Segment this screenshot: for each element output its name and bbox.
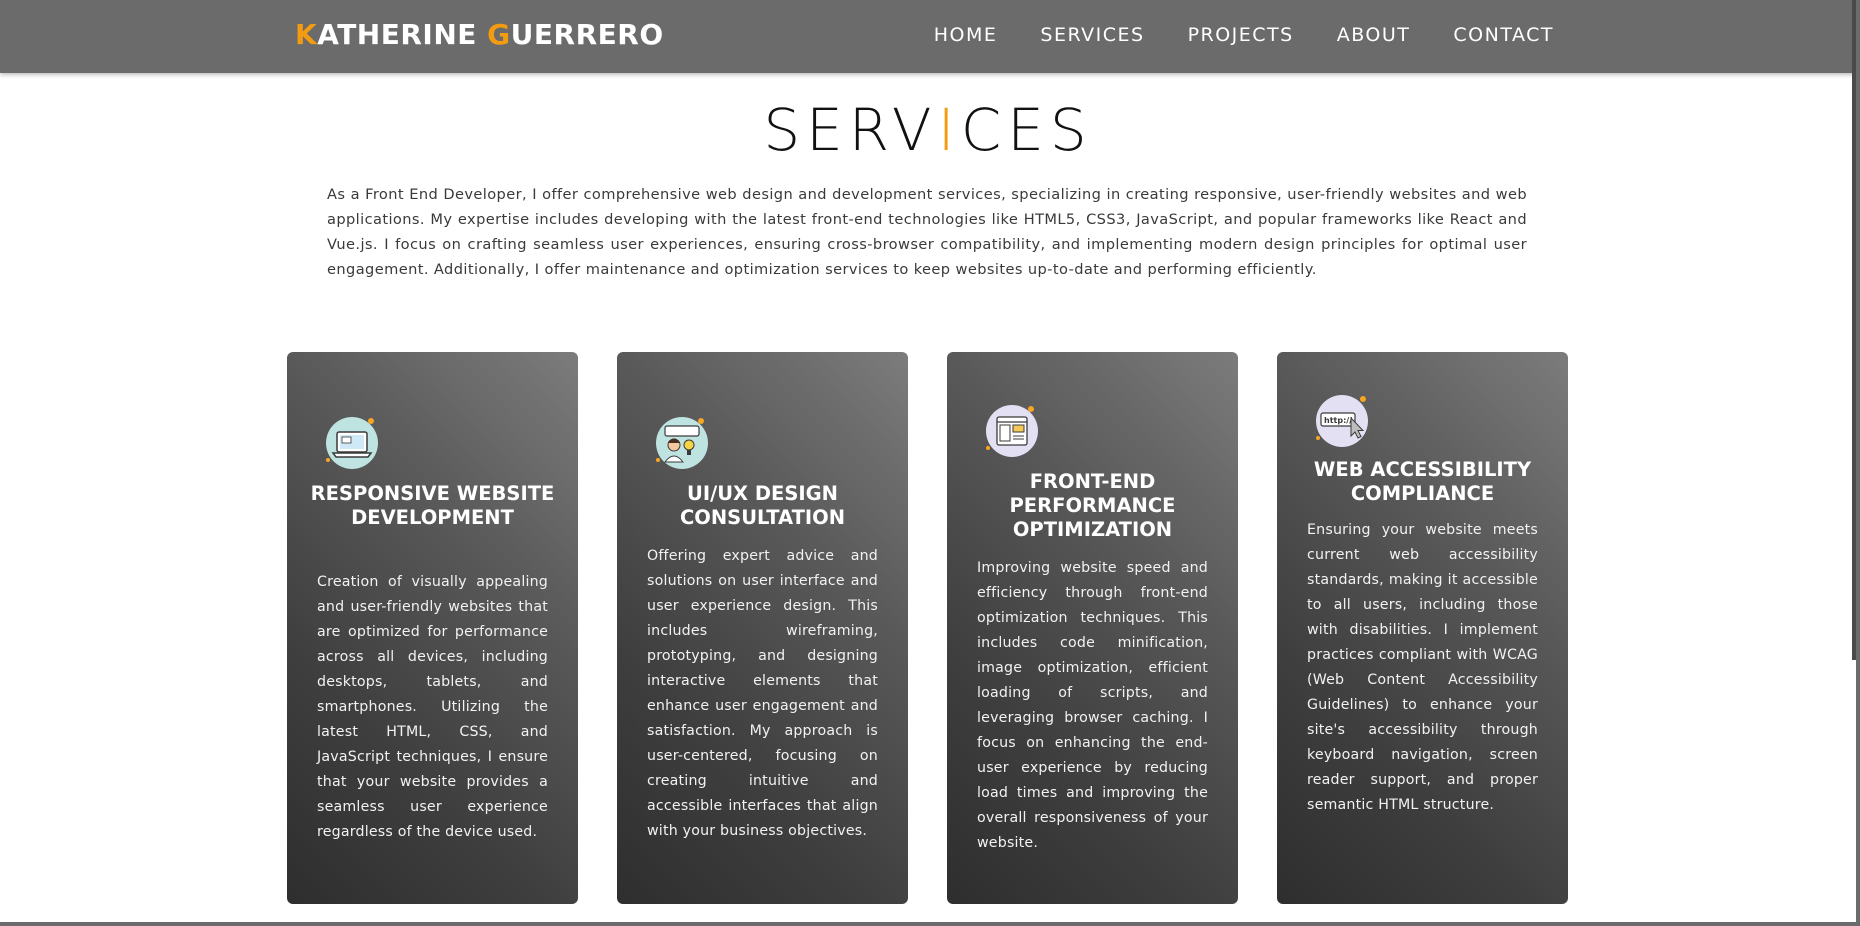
nav-link-home[interactable]: HOME xyxy=(934,24,998,46)
card-description: Improving website speed and efficiency t… xyxy=(977,560,1208,851)
brand-initial-k: K xyxy=(295,18,318,51)
title-part-1: SERV xyxy=(763,96,938,164)
laptop-icon xyxy=(326,417,378,469)
brand-logo[interactable]: KATHERINE GUERRERO xyxy=(295,18,664,51)
card-description: Offering expert advice and solutions on … xyxy=(647,548,878,839)
designer-lightbulb-icon xyxy=(656,417,708,469)
svg-text:http://: http:// xyxy=(1324,416,1352,425)
main-nav: HOME SERVICES PROJECTS ABOUT CONTACT xyxy=(934,24,1554,46)
card-title: FRONT-END PERFORMANCE OPTIMIZATION xyxy=(1009,470,1176,541)
brand-name-first: ATHERINE xyxy=(317,18,488,51)
title-part-2: CES xyxy=(960,96,1093,164)
navbar: KATHERINE GUERRERO HOME SERVICES PROJECT… xyxy=(0,0,1856,73)
title-accent-letter: I xyxy=(937,96,961,164)
card-description: Ensuring your website meets current web … xyxy=(1307,522,1538,813)
nav-link-projects[interactable]: PROJECTS xyxy=(1188,24,1294,46)
service-card-performance: FRONT-END PERFORMANCE OPTIMIZATION Impro… xyxy=(947,352,1238,904)
nav-link-services[interactable]: SERVICES xyxy=(1040,24,1144,46)
browser-layout-icon xyxy=(986,405,1038,457)
card-title: UI/UX DESIGN CONSULTATION xyxy=(679,482,846,529)
services-intro: As a Front End Developer, I offer compre… xyxy=(327,186,1527,278)
page: KATHERINE GUERRERO HOME SERVICES PROJECT… xyxy=(0,0,1860,926)
service-card-responsive: RESPONSIVE WEBSITE DEVELOPMENT Creation … xyxy=(287,352,578,904)
nav-link-about[interactable]: ABOUT xyxy=(1337,24,1411,46)
nav-link-contact[interactable]: CONTACT xyxy=(1453,24,1554,46)
card-title: RESPONSIVE WEBSITE DEVELOPMENT xyxy=(310,482,555,529)
card-description: Creation of visually appealing and user-… xyxy=(317,574,548,840)
brand-name-last: UERRERO xyxy=(510,18,664,51)
service-card-uiux: UI/UX DESIGN CONSULTATION Offering exper… xyxy=(617,352,908,904)
service-card-accessibility: http:// WEB ACCESSIBILITY COMPLIANCE Ens… xyxy=(1277,352,1568,904)
card-title: WEB ACCESSIBILITY COMPLIANCE xyxy=(1313,458,1532,505)
brand-initial-g: G xyxy=(487,18,511,51)
url-cursor-icon: http:// xyxy=(1316,395,1368,447)
page-title: SERVICES xyxy=(0,96,1856,164)
